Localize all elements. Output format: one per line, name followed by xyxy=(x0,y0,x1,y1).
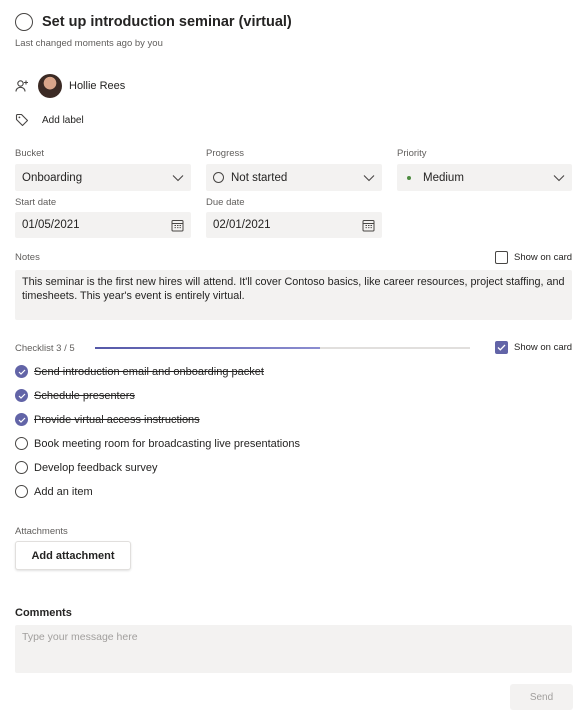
calendar-icon[interactable] xyxy=(171,219,184,232)
due-date-label: Due date xyxy=(206,197,245,208)
send-button[interactable]: Send xyxy=(510,684,573,710)
task-details-panel: Set up introduction seminar (virtual) La… xyxy=(0,0,586,720)
assignee-row[interactable]: Hollie Rees xyxy=(15,74,125,98)
add-label-text[interactable]: Add label xyxy=(42,115,84,126)
checklist-item-text[interactable]: Book meeting room for broadcasting live … xyxy=(34,438,300,450)
chevron-down-icon xyxy=(363,174,375,181)
last-changed-text: Last changed moments ago by you xyxy=(15,38,163,49)
add-item-text[interactable]: Add an item xyxy=(34,486,93,498)
checklist-show-on-card-checkbox[interactable] xyxy=(495,341,508,354)
task-title[interactable]: Set up introduction seminar (virtual) xyxy=(42,14,292,30)
checklist-item[interactable]: Develop feedback survey xyxy=(15,461,158,474)
checklist-item-checkbox[interactable] xyxy=(15,413,28,426)
bucket-dropdown[interactable]: Onboarding xyxy=(15,164,191,191)
start-date-value: 01/05/2021 xyxy=(22,219,80,231)
calendar-icon[interactable] xyxy=(362,219,375,232)
priority-dropdown[interactable]: Medium xyxy=(397,164,572,191)
checklist-item-text[interactable]: Develop feedback survey xyxy=(34,462,158,474)
task-header: Set up introduction seminar (virtual) xyxy=(15,13,292,31)
add-item-circle-icon xyxy=(15,485,28,498)
checkmark-icon xyxy=(18,369,25,375)
checklist-header: Checklist 3 / 5 xyxy=(15,343,75,354)
checklist-item-text[interactable]: Provide virtual access instructions xyxy=(34,414,200,426)
assignee-name[interactable]: Hollie Rees xyxy=(69,80,125,92)
checklist-item[interactable]: Provide virtual access instructions xyxy=(15,413,200,426)
tag-icon xyxy=(15,113,29,127)
avatar[interactable] xyxy=(38,74,62,98)
checklist-show-on-card[interactable]: Show on card xyxy=(495,341,572,354)
checklist-item-text[interactable]: Schedule presenters xyxy=(34,390,135,402)
checkmark-icon xyxy=(18,417,25,423)
checkmark-icon xyxy=(18,393,25,399)
checklist-item[interactable]: Send introduction email and onboarding p… xyxy=(15,365,264,378)
chevron-down-icon xyxy=(553,174,565,181)
add-checklist-item[interactable]: Add an item xyxy=(15,485,93,498)
checklist-progress-fill xyxy=(95,347,320,349)
notes-show-on-card-checkbox[interactable] xyxy=(495,251,508,264)
progress-label: Progress xyxy=(206,148,245,159)
due-date-input[interactable]: 02/01/2021 xyxy=(206,212,382,238)
checklist-progress-bar xyxy=(95,347,470,349)
checklist-item-checkbox[interactable] xyxy=(15,389,28,402)
checklist-item[interactable]: Book meeting room for broadcasting live … xyxy=(15,437,300,450)
chevron-down-icon xyxy=(172,174,184,181)
progress-value: Not started xyxy=(231,171,288,184)
priority-label: Priority xyxy=(397,148,427,159)
notes-show-on-card-label: Show on card xyxy=(514,252,573,263)
add-label-row[interactable]: Add label xyxy=(15,113,84,127)
task-complete-toggle[interactable] xyxy=(15,13,33,31)
not-started-icon xyxy=(213,172,224,183)
assign-person-icon[interactable] xyxy=(15,79,29,93)
checklist-item-checkbox[interactable] xyxy=(15,461,28,474)
bucket-value: Onboarding xyxy=(22,171,83,184)
priority-value: Medium xyxy=(423,171,464,184)
bucket-label: Bucket xyxy=(15,148,45,159)
checklist-item[interactable]: Schedule presenters xyxy=(15,389,135,402)
notes-label: Notes xyxy=(15,252,40,263)
progress-dropdown[interactable]: Not started xyxy=(206,164,382,191)
start-date-label: Start date xyxy=(15,197,57,208)
comments-label: Comments xyxy=(15,607,72,619)
checklist-item-checkbox[interactable] xyxy=(15,365,28,378)
attachments-label: Attachments xyxy=(15,526,68,537)
checklist-item-text[interactable]: Send introduction email and onboarding p… xyxy=(34,366,264,378)
notes-show-on-card[interactable]: Show on card xyxy=(495,251,572,264)
due-date-value: 02/01/2021 xyxy=(213,219,271,231)
checkmark-icon xyxy=(497,344,506,351)
checklist-show-on-card-label: Show on card xyxy=(514,342,573,353)
notes-text[interactable]: This seminar is the first new hires will… xyxy=(15,270,572,320)
checklist-item-checkbox[interactable] xyxy=(15,437,28,450)
comment-input[interactable] xyxy=(15,625,572,673)
start-date-input[interactable]: 01/05/2021 xyxy=(15,212,191,238)
add-attachment-button[interactable]: Add attachment xyxy=(15,541,131,570)
medium-priority-icon xyxy=(407,175,411,180)
